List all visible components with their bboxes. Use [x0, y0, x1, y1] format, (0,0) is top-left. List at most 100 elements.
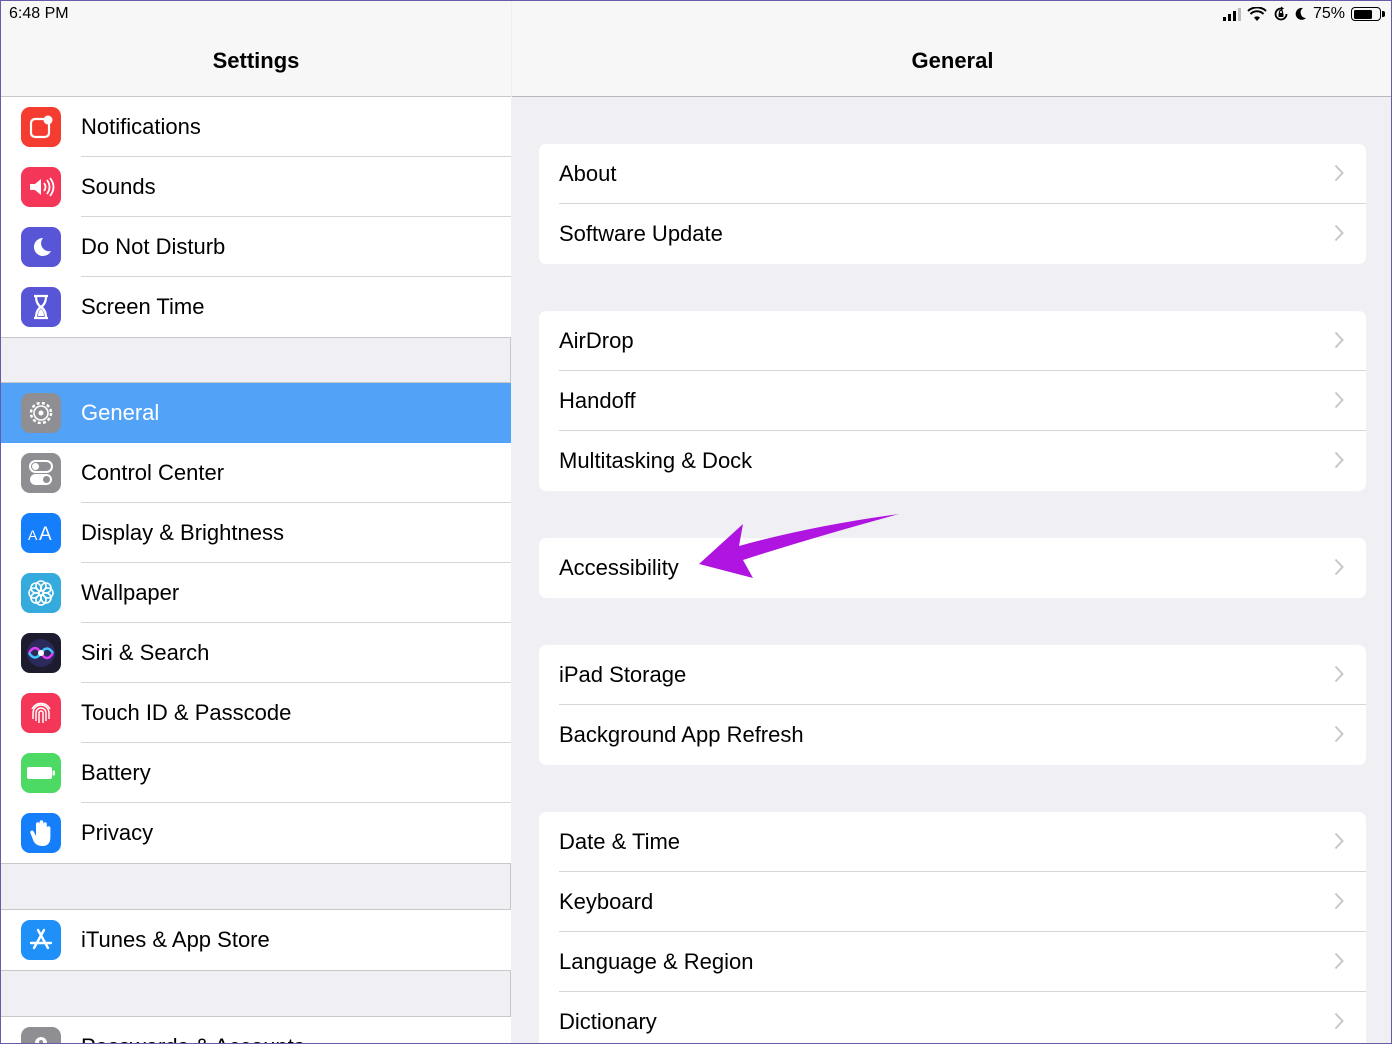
- sidebar-item-general[interactable]: General: [1, 383, 511, 443]
- sidebar-header: Settings: [1, 1, 511, 97]
- sidebar-item-label: Display & Brightness: [81, 520, 284, 545]
- sidebar-item-siri-search[interactable]: Siri & Search: [1, 623, 511, 683]
- chevron-right-icon: [1334, 224, 1344, 242]
- moon-icon: [1295, 7, 1306, 20]
- ipad-screen: Settings Notifications Sounds Do Not Dis…: [0, 0, 1392, 1044]
- chevron-right-icon: [1334, 1012, 1344, 1030]
- sidebar-item-notifications[interactable]: Notifications: [1, 97, 511, 157]
- battery-percent: 75%: [1312, 5, 1345, 22]
- row-label: Dictionary: [559, 1009, 657, 1034]
- sidebar-item-itunes-app-store[interactable]: iTunes & App Store: [1, 910, 511, 970]
- row-about[interactable]: About: [539, 144, 1366, 204]
- sidebar-item-passwords-accounts[interactable]: Passwords & Accounts: [1, 1017, 511, 1043]
- general-group-5: Date & Time Keyboard Language & Region D…: [539, 812, 1366, 1043]
- siri-icon: [21, 633, 61, 673]
- moon-icon: [21, 227, 61, 267]
- gear-icon: [21, 393, 61, 433]
- sounds-icon: [21, 167, 61, 207]
- general-group-1: About Software Update: [539, 144, 1366, 264]
- row-software-update[interactable]: Software Update: [539, 204, 1366, 264]
- row-label: Handoff: [559, 388, 636, 413]
- settings-sidebar: Settings Notifications Sounds Do Not Dis…: [1, 1, 511, 1043]
- chevron-right-icon: [1334, 558, 1344, 576]
- hourglass-icon: [21, 287, 61, 327]
- sidebar-item-privacy[interactable]: Privacy: [1, 803, 511, 863]
- sidebar-item-wallpaper[interactable]: Wallpaper: [1, 563, 511, 623]
- sidebar-item-screen-time[interactable]: Screen Time: [1, 277, 511, 337]
- row-multitasking-dock[interactable]: Multitasking & Dock: [539, 431, 1366, 491]
- sidebar-group-2: General Control Center AA Display & Brig…: [1, 382, 511, 864]
- toggles-icon: [21, 453, 61, 493]
- row-keyboard[interactable]: Keyboard: [539, 872, 1366, 932]
- sidebar-group-4: Passwords & Accounts: [1, 1016, 511, 1043]
- sidebar-item-label: Control Center: [81, 460, 225, 485]
- sidebar-item-control-center[interactable]: Control Center: [1, 443, 511, 503]
- hand-icon: [21, 813, 61, 853]
- status-indicators: 75%: [1222, 5, 1385, 23]
- general-group-3: Accessibility: [539, 538, 1366, 598]
- sidebar-item-label: Privacy: [81, 820, 154, 845]
- fingerprint-icon: [21, 693, 61, 733]
- row-airdrop[interactable]: AirDrop: [539, 311, 1366, 371]
- sidebar-item-label: Wallpaper: [81, 580, 180, 605]
- sidebar-item-label: Screen Time: [81, 294, 205, 319]
- row-label: Date & Time: [559, 829, 681, 854]
- row-dictionary[interactable]: Dictionary: [539, 992, 1366, 1043]
- text-size-icon: AA: [21, 513, 61, 553]
- key-icon: [21, 1027, 61, 1043]
- sidebar-group-3: iTunes & App Store: [1, 909, 511, 971]
- row-label: Multitasking & Dock: [559, 448, 753, 473]
- general-group-4: iPad Storage Background App Refresh: [539, 645, 1366, 765]
- sidebar-item-label: Notifications: [81, 114, 201, 139]
- chevron-right-icon: [1334, 331, 1344, 349]
- sidebar-item-display-brightness[interactable]: AA Display & Brightness: [1, 503, 511, 563]
- svg-text:A: A: [28, 527, 38, 543]
- chevron-right-icon: [1334, 832, 1344, 850]
- cellular-signal-icon: [1222, 7, 1241, 21]
- sidebar-item-label: Battery: [81, 760, 151, 785]
- status-time: 6:48 PM: [9, 5, 69, 22]
- sidebar-item-label: Passwords & Accounts: [81, 1034, 305, 1043]
- flower-icon: [21, 573, 61, 613]
- row-label: Background App Refresh: [559, 722, 804, 747]
- chevron-right-icon: [1334, 391, 1344, 409]
- chevron-right-icon: [1334, 892, 1344, 910]
- sidebar-item-battery[interactable]: Battery: [1, 743, 511, 803]
- row-handoff[interactable]: Handoff: [539, 371, 1366, 431]
- general-detail-pane: General About Software Update AirDrop Ha…: [512, 1, 1391, 1043]
- row-label: About: [559, 161, 617, 186]
- row-ipad-storage[interactable]: iPad Storage: [539, 645, 1366, 705]
- sidebar-item-label: Siri & Search: [81, 640, 210, 665]
- sidebar-item-label: Do Not Disturb: [81, 234, 226, 259]
- sidebar-item-label: General: [81, 400, 160, 425]
- sidebar-item-label: iTunes & App Store: [81, 927, 270, 952]
- sidebar-item-label: Sounds: [81, 174, 156, 199]
- chevron-right-icon: [1334, 451, 1344, 469]
- annotation-arrow: [699, 514, 899, 578]
- row-date-time[interactable]: Date & Time: [539, 812, 1366, 872]
- chevron-right-icon: [1334, 952, 1344, 970]
- svg-text:A: A: [39, 524, 52, 543]
- sidebar-item-touch-id-passcode[interactable]: Touch ID & Passcode: [1, 683, 511, 743]
- row-label: AirDrop: [559, 328, 634, 353]
- general-group-2: AirDrop Handoff Multitasking & Dock: [539, 311, 1366, 491]
- orientation-lock-icon: [1274, 6, 1288, 21]
- row-label: iPad Storage: [559, 662, 687, 687]
- battery-icon: [1351, 7, 1385, 21]
- battery-icon: [21, 753, 61, 793]
- row-accessibility[interactable]: Accessibility: [539, 538, 1366, 598]
- chevron-right-icon: [1334, 665, 1344, 683]
- chevron-right-icon: [1334, 164, 1344, 182]
- sidebar-title: Settings: [212, 48, 300, 73]
- sidebar-item-label: Touch ID & Passcode: [81, 700, 292, 725]
- sidebar-item-sounds[interactable]: Sounds: [1, 157, 511, 217]
- chevron-right-icon: [1334, 725, 1344, 743]
- row-language-region[interactable]: Language & Region: [539, 932, 1366, 992]
- sidebar-group-1: Notifications Sounds Do Not Disturb Scre…: [1, 96, 511, 338]
- row-label: Language & Region: [559, 949, 754, 974]
- row-label: Keyboard: [559, 889, 654, 914]
- row-background-app-refresh[interactable]: Background App Refresh: [539, 705, 1366, 765]
- sidebar-item-do-not-disturb[interactable]: Do Not Disturb: [1, 217, 511, 277]
- row-label: Software Update: [559, 221, 723, 246]
- wifi-icon: [1247, 6, 1267, 21]
